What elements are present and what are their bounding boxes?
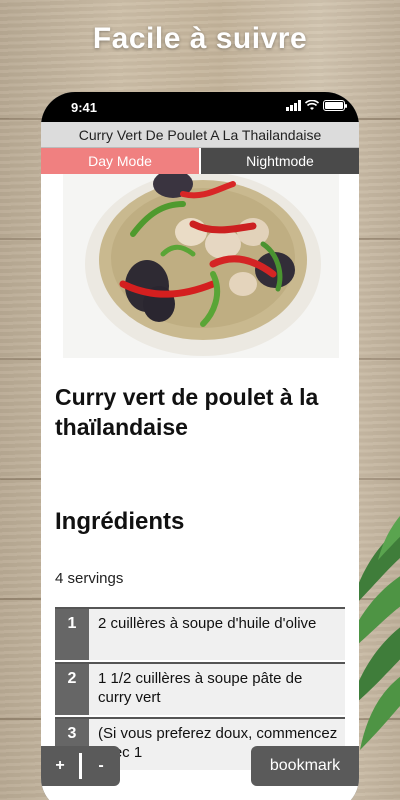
night-mode-button[interactable]: Nightmode — [199, 148, 359, 174]
battery-icon — [323, 100, 347, 111]
ingredient-number: 1 — [55, 609, 89, 660]
ingredient-number: 2 — [55, 664, 89, 715]
recipe-photo — [63, 174, 339, 358]
mode-toggle: Day Mode Nightmode — [41, 148, 359, 174]
day-mode-button[interactable]: Day Mode — [41, 148, 199, 174]
zoom-in-button[interactable]: + — [41, 748, 79, 784]
promo-banner: Facile à suivre — [92, 22, 308, 55]
signal-icon — [286, 100, 301, 111]
bookmark-button[interactable]: bookmark — [251, 746, 359, 786]
ingredient-text: 2 cuillères à soupe d'huile d'olive — [98, 615, 317, 632]
status-icons — [286, 100, 347, 111]
phone-notch — [113, 92, 287, 118]
recipe-title: Curry vert de poulet à la thaïlandaise — [55, 384, 319, 440]
phone-mockup: 9:41 Curry Vert De Poulet A La Thailanda… — [41, 92, 359, 800]
servings-count: 4 servings — [55, 570, 124, 587]
ingredient-text: 1 1/2 cuillères à soupe pâte de curry ve… — [98, 670, 303, 706]
zoom-controls: + - — [41, 746, 120, 786]
status-bar: 9:41 — [41, 92, 359, 122]
app-screen: 9:41 Curry Vert De Poulet A La Thailanda… — [41, 92, 359, 800]
status-time: 9:41 — [71, 100, 98, 115]
app-title: Curry Vert De Poulet A La Thailandaise — [41, 122, 359, 148]
ingredient-row: 2 1 1/2 cuillères à soupe pâte de curry … — [55, 662, 345, 715]
ingredients-heading: Ingrédients — [55, 508, 185, 535]
zoom-out-button[interactable]: - — [82, 748, 120, 784]
ingredient-row: 1 2 cuillères à soupe d'huile d'olive — [55, 607, 345, 660]
wifi-icon — [305, 100, 319, 110]
